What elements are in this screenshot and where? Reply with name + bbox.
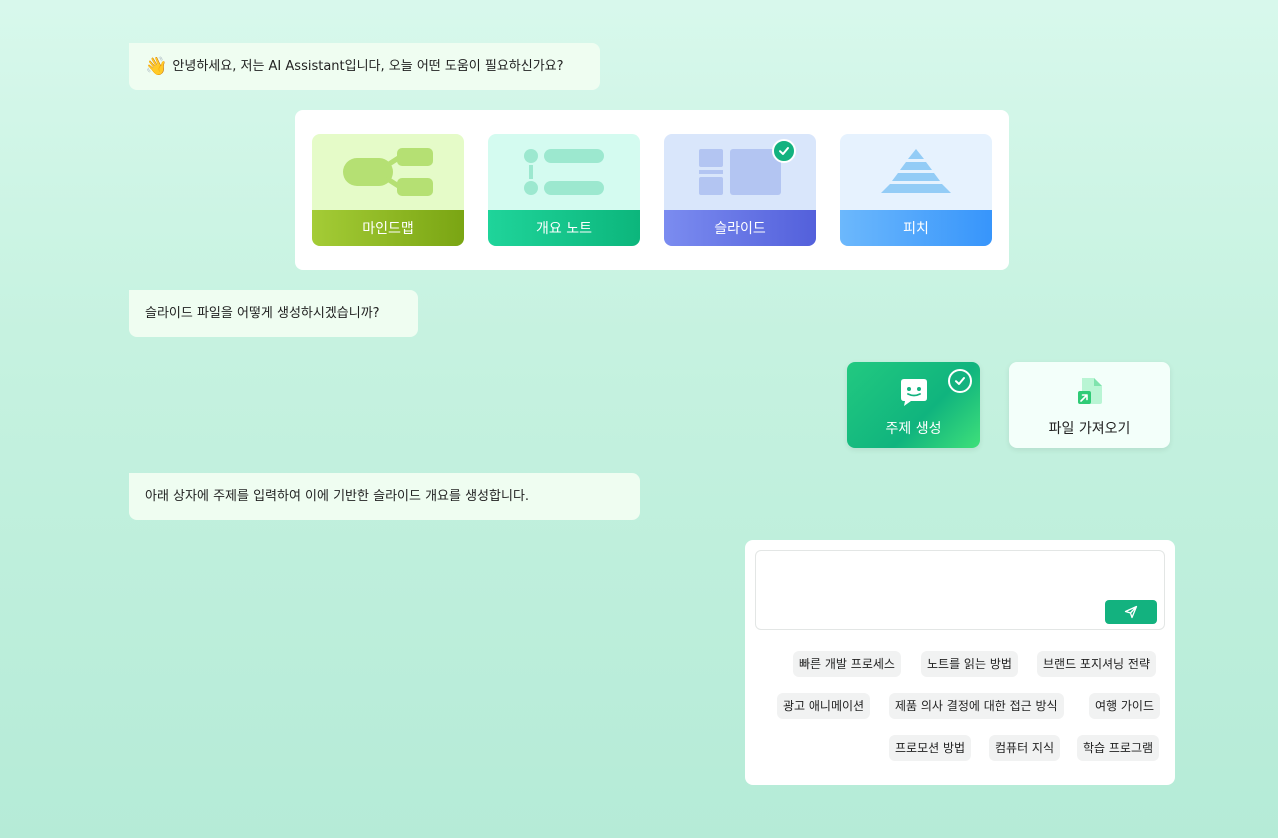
- mode-button-import-file[interactable]: 파일 가져오기: [1009, 362, 1170, 448]
- send-button[interactable]: [1105, 600, 1157, 624]
- mind-map-icon: [343, 148, 433, 196]
- outline-notes-icon: [524, 149, 604, 195]
- selected-check-icon: [772, 139, 796, 163]
- suggestion-chip[interactable]: 노트를 읽는 방법: [921, 651, 1018, 677]
- mode-label: 파일 가져오기: [1048, 421, 1131, 437]
- assistant-instruction-bubble: 아래 상자에 주제를 입력하여 이에 기반한 슬라이드 개요를 생성합니다.: [129, 473, 640, 520]
- waving-hand-icon: 👋: [145, 55, 168, 77]
- suggestion-chip[interactable]: 프로모션 방법: [889, 735, 972, 761]
- topic-input[interactable]: [755, 550, 1165, 630]
- chat-bot-icon: [901, 379, 927, 406]
- document-type-panel: 마인드맵 개요 노트 슬라이드 피치: [295, 110, 1009, 270]
- suggestion-chip[interactable]: 브랜드 포지셔닝 전략: [1037, 651, 1156, 677]
- mode-button-generate-topic[interactable]: 주제 생성: [847, 362, 980, 448]
- assistant-greeting-bubble: 👋 안녕하세요, 저는 AI Assistant입니다, 오늘 어떤 도움이 필…: [129, 43, 600, 90]
- type-card-label: 피치: [840, 210, 992, 246]
- type-card-label: 슬라이드: [664, 210, 816, 246]
- suggestion-chip[interactable]: 학습 프로그램: [1077, 735, 1160, 761]
- assistant-method-bubble: 슬라이드 파일을 어떻게 생성하시겠습니까?: [129, 290, 418, 337]
- pitch-pyramid-icon: [881, 149, 951, 193]
- method-question-text: 슬라이드 파일을 어떻게 생성하시겠습니까?: [145, 306, 380, 321]
- greeting-text: 안녕하세요, 저는 AI Assistant입니다, 오늘 어떤 도움이 필요하…: [172, 59, 564, 74]
- selected-check-icon: [948, 369, 972, 393]
- type-card-label: 개요 노트: [488, 210, 640, 246]
- mode-label: 주제 생성: [885, 421, 942, 437]
- topic-input-panel: 빠른 개발 프로세스 노트를 읽는 방법 브랜드 포지셔닝 전략 광고 애니메이…: [745, 540, 1175, 785]
- type-card-outline-notes[interactable]: 개요 노트: [488, 134, 640, 246]
- type-card-pitch[interactable]: 피치: [840, 134, 992, 246]
- suggestion-chip[interactable]: 제품 의사 결정에 대한 접근 방식: [889, 693, 1064, 719]
- chat-canvas: 👋 안녕하세요, 저는 AI Assistant입니다, 오늘 어떤 도움이 필…: [0, 0, 1278, 838]
- suggestion-chip[interactable]: 빠른 개발 프로세스: [793, 651, 901, 677]
- suggestion-chip[interactable]: 컴퓨터 지식: [989, 735, 1061, 761]
- suggestion-chip[interactable]: 광고 애니메이션: [777, 693, 871, 719]
- type-card-mindmap[interactable]: 마인드맵: [312, 134, 464, 246]
- suggestion-chip[interactable]: 여행 가이드: [1089, 693, 1161, 719]
- file-import-icon: [1078, 378, 1102, 404]
- send-icon: [1124, 605, 1138, 619]
- instruction-text: 아래 상자에 주제를 입력하여 이에 기반한 슬라이드 개요를 생성합니다.: [145, 489, 530, 504]
- type-card-label: 마인드맵: [312, 210, 464, 246]
